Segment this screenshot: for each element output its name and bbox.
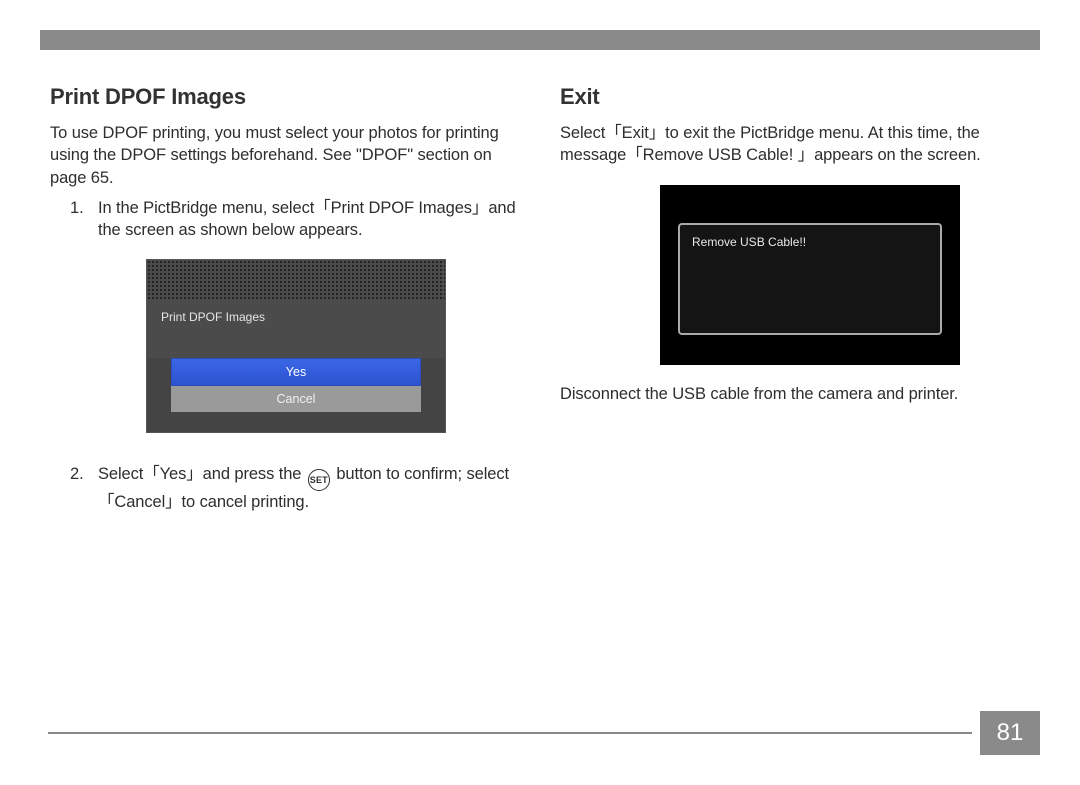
screenshot-title: Print DPOF Images <box>147 300 445 334</box>
steps-list-2: Select「Yes」and press the SET button to c… <box>50 463 520 513</box>
step-2: Select「Yes」and press the SET button to c… <box>50 463 520 513</box>
manual-page: Print DPOF Images To use DPOF printing, … <box>40 30 1040 755</box>
exit-screenshot: Remove USB Cable!! <box>660 185 960 365</box>
exit-message-box: Remove USB Cable!! <box>678 223 942 335</box>
page-top-bar <box>40 30 1040 50</box>
screenshot-texture <box>147 260 445 300</box>
heading-print-dpof: Print DPOF Images <box>50 84 520 110</box>
page-footer: 81 <box>48 711 1040 755</box>
step-2-text-a: Select「Yes」and press the <box>98 465 306 483</box>
step-1: In the PictBridge menu, select「Print DPO… <box>50 197 520 242</box>
menu-option-yes: Yes <box>171 358 421 386</box>
after-text-right: Disconnect the USB cable from the camera… <box>560 383 1030 405</box>
content-area: Print DPOF Images To use DPOF printing, … <box>40 50 1040 520</box>
menu-option-cancel: Cancel <box>171 386 421 412</box>
exit-message-text: Remove USB Cable!! <box>692 235 806 249</box>
right-column: Exit Select「Exit」to exit the PictBridge … <box>560 84 1030 520</box>
left-column: Print DPOF Images To use DPOF printing, … <box>50 84 520 520</box>
intro-text-right: Select「Exit」to exit the PictBridge menu.… <box>560 122 1030 167</box>
page-number: 81 <box>980 711 1040 755</box>
dpof-menu-screenshot: Print DPOF Images Yes Cancel <box>146 259 446 433</box>
set-button-icon: SET <box>308 469 330 491</box>
steps-list: In the PictBridge menu, select「Print DPO… <box>50 197 520 242</box>
intro-text-left: To use DPOF printing, you must select yo… <box>50 122 520 189</box>
footer-rule <box>48 732 972 734</box>
heading-exit: Exit <box>560 84 1030 110</box>
